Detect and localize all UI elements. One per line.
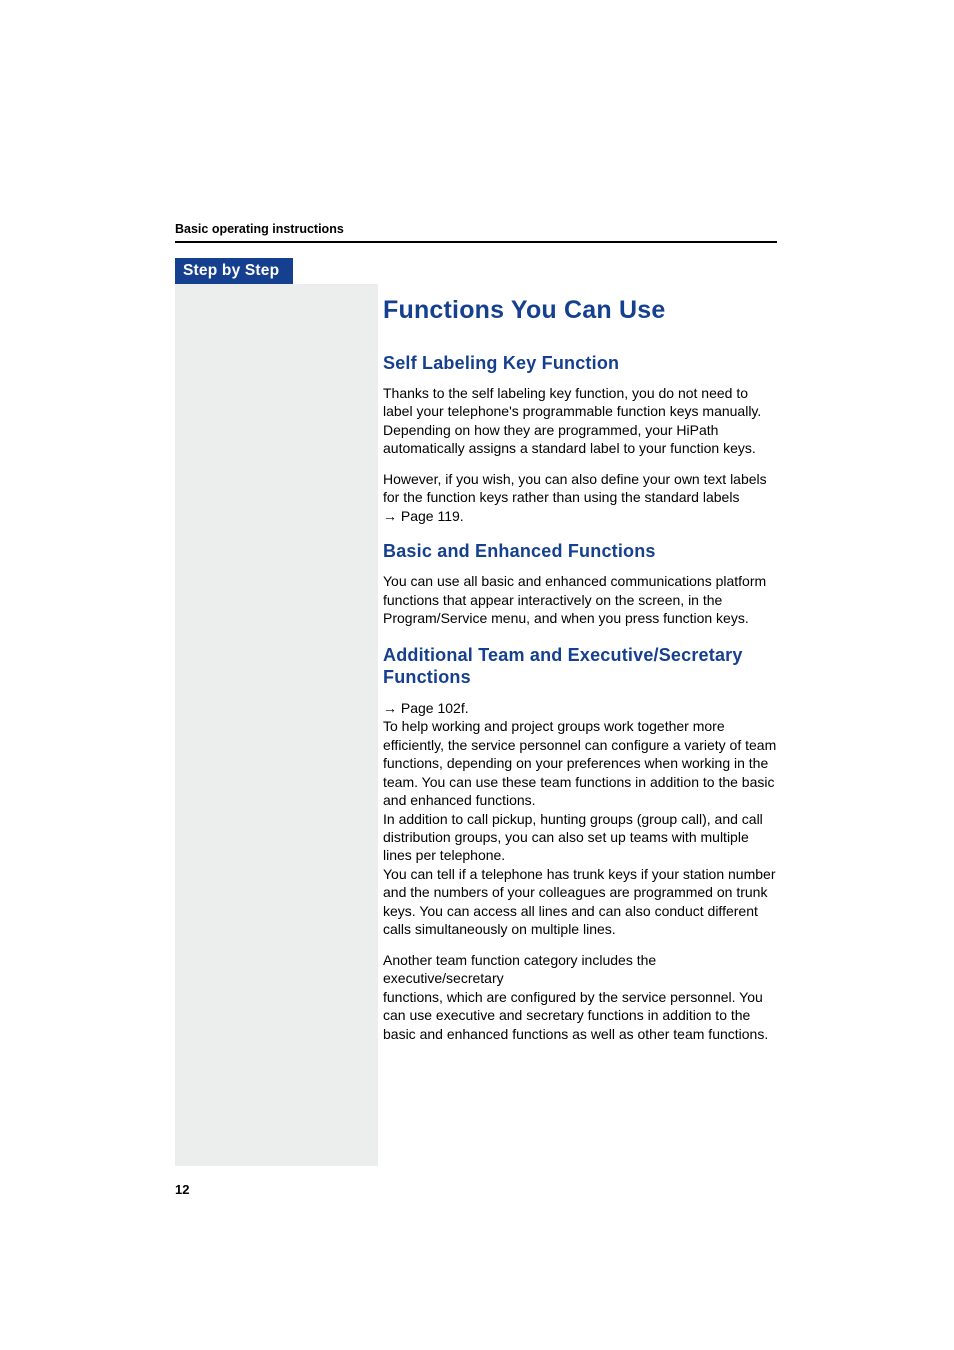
paragraph: You can use all basic and enhanced commu… bbox=[383, 572, 777, 627]
page-reference[interactable]: → Page 119. bbox=[383, 508, 464, 524]
arrow-right-icon: → bbox=[383, 508, 397, 524]
page-ref-text: Page 102f. bbox=[397, 700, 469, 716]
paragraph: Another team function category includes … bbox=[383, 951, 777, 988]
heading-1: Functions You Can Use bbox=[383, 296, 777, 325]
page-reference[interactable]: → Page 102f. bbox=[383, 700, 469, 716]
paragraph: In addition to call pickup, hunting grou… bbox=[383, 810, 777, 865]
page-number: 12 bbox=[175, 1182, 189, 1197]
paragraph: To help working and project groups work … bbox=[383, 717, 777, 809]
arrow-right-icon: → bbox=[383, 700, 397, 716]
heading-2-self-labeling: Self Labeling Key Function bbox=[383, 353, 777, 374]
paragraph: You can tell if a telephone has trunk ke… bbox=[383, 865, 777, 939]
paragraph: → Page 102f. bbox=[383, 699, 777, 717]
paragraph: Thanks to the self labeling key function… bbox=[383, 384, 777, 458]
running-header: Basic operating instructions bbox=[175, 222, 344, 236]
paragraph: However, if you wish, you can also defin… bbox=[383, 470, 777, 525]
heading-2-basic-enhanced: Basic and Enhanced Functions bbox=[383, 541, 777, 562]
sidebar-column bbox=[175, 284, 378, 1166]
text-run: However, if you wish, you can also defin… bbox=[383, 471, 767, 505]
step-by-step-badge: Step by Step bbox=[175, 258, 293, 284]
header-rule bbox=[175, 241, 777, 243]
page-ref-text: Page 119. bbox=[397, 508, 464, 524]
main-content: Functions You Can Use Self Labeling Key … bbox=[383, 296, 777, 1055]
paragraph: functions, which are configured by the s… bbox=[383, 988, 777, 1043]
document-page: Basic operating instructions Step by Ste… bbox=[0, 0, 954, 1350]
heading-2-team-functions: Additional Team and Executive/Secretary … bbox=[383, 644, 777, 689]
